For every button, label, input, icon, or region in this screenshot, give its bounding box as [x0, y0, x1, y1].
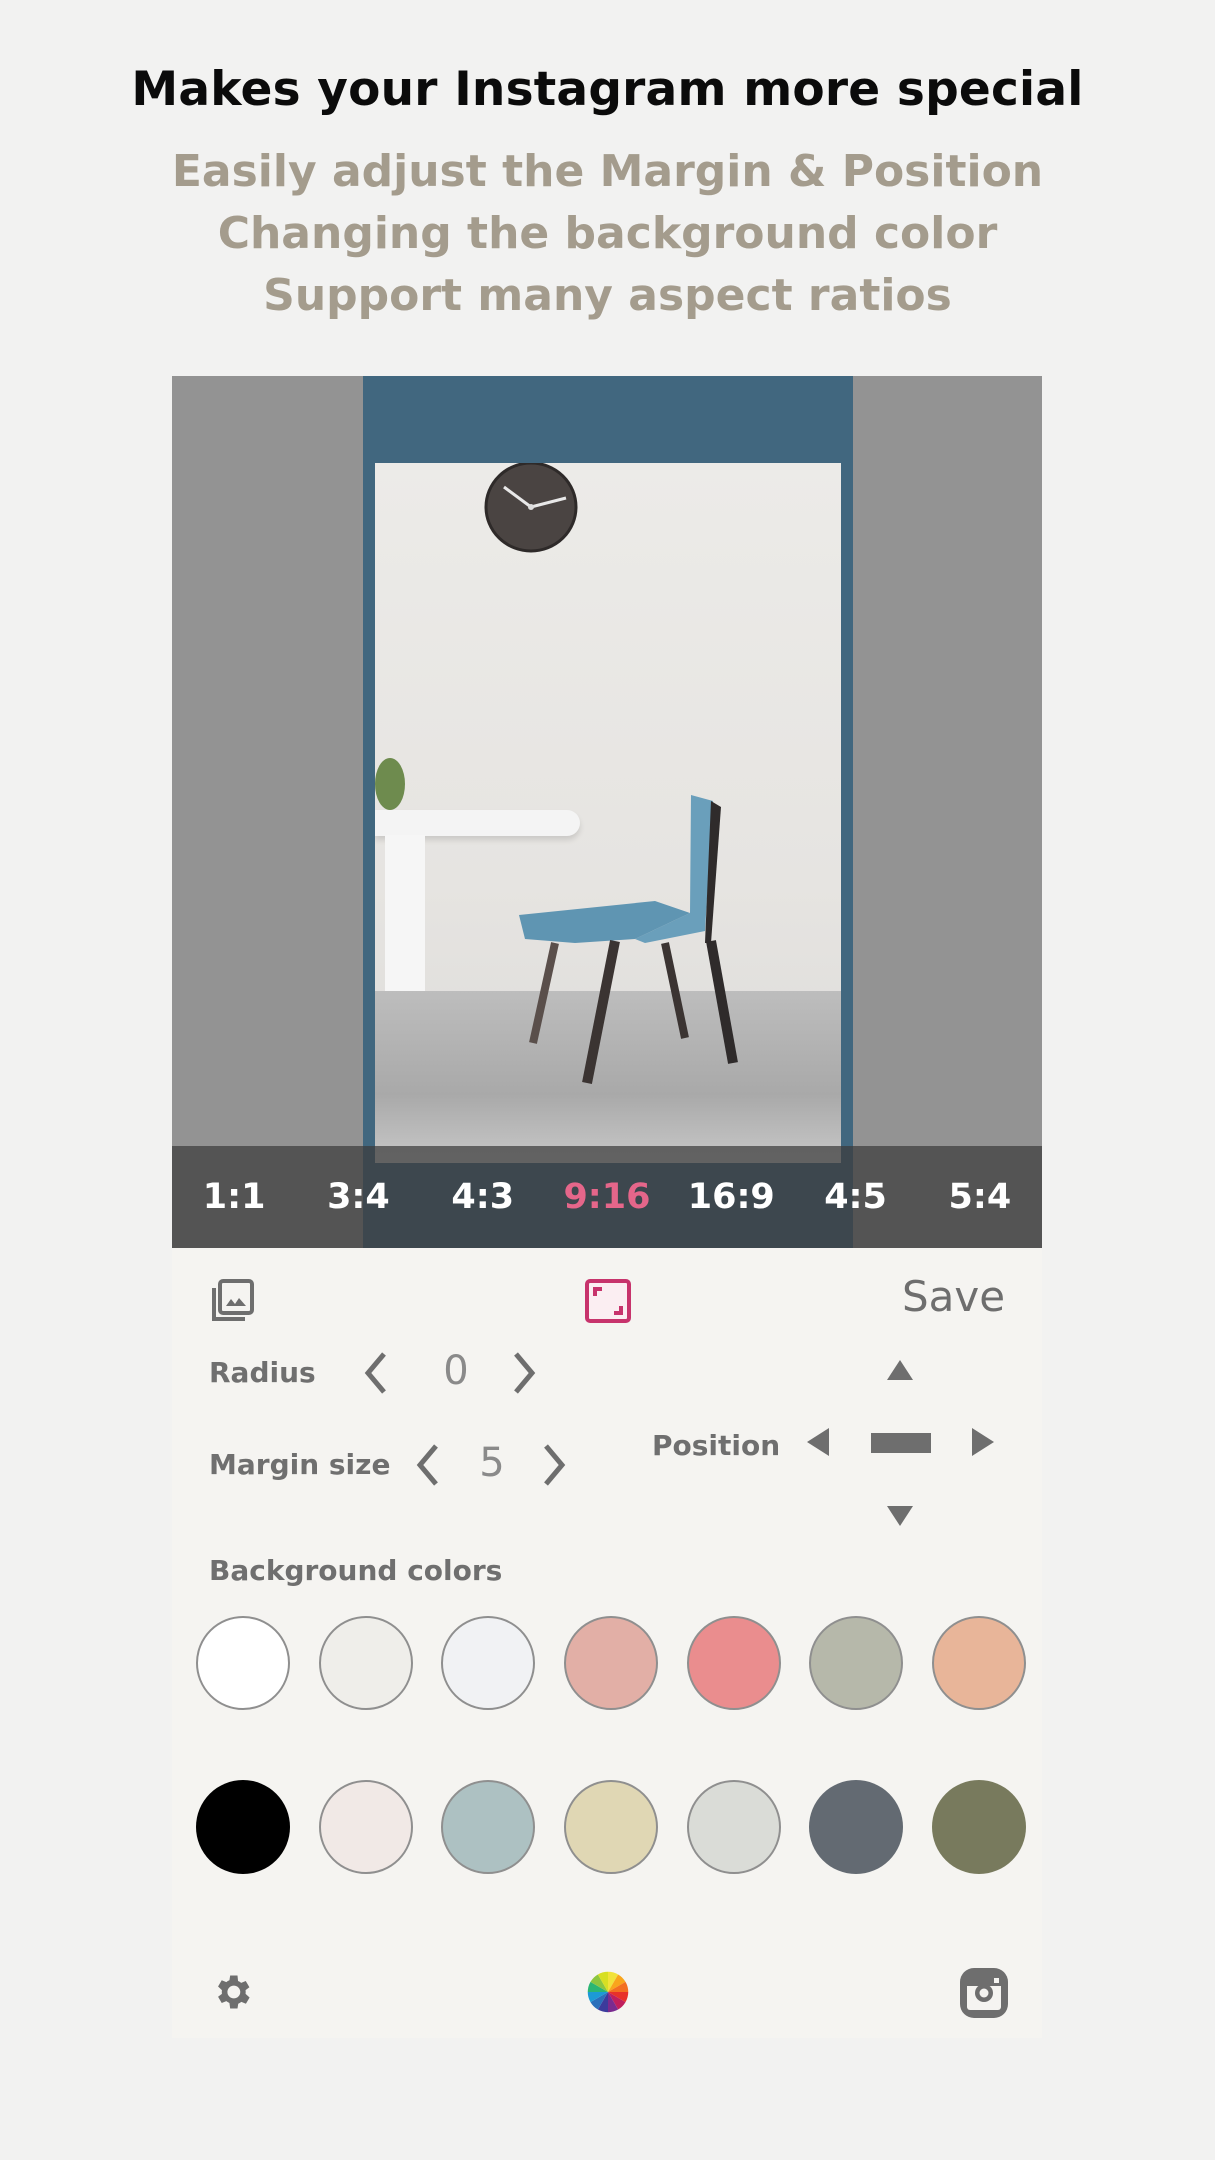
feature-line-3: Support many aspect ratios	[263, 270, 952, 321]
row2-swatch-3[interactable]	[441, 1780, 536, 1874]
position-label: Position	[652, 1429, 781, 1462]
gallery-icon[interactable]	[210, 1278, 256, 1324]
radius-value: 0	[443, 1348, 469, 1394]
wall-clock-illustration	[484, 463, 578, 553]
row2-swatch-6[interactable]	[809, 1780, 904, 1874]
radius-decrease-chevron-icon[interactable]	[356, 1348, 396, 1398]
background-colors-label: Background colors	[209, 1554, 503, 1587]
row1-swatch-4[interactable]	[563, 1616, 658, 1710]
row2-swatch-5[interactable]	[686, 1780, 781, 1874]
row1-swatch-1[interactable]	[196, 1616, 290, 1710]
save-button[interactable]: Save	[902, 1272, 1005, 1321]
ratio-9-16[interactable]: 9:16	[545, 1177, 669, 1217]
row2-swatch-7[interactable]	[931, 1780, 1026, 1874]
swatch-row-1	[196, 1616, 1026, 1710]
ratio-4-5[interactable]: 4:5	[793, 1177, 917, 1217]
ratio-3-4[interactable]: 3:4	[296, 1177, 420, 1217]
row2-swatch-2[interactable]	[318, 1780, 413, 1874]
position-down-arrow-icon[interactable]	[885, 1504, 915, 1528]
color-wheel-icon[interactable]	[585, 1967, 631, 2017]
position-left-arrow-icon[interactable]	[805, 1426, 831, 1458]
photo-preview[interactable]	[375, 463, 841, 1163]
chair-illustration	[519, 795, 738, 1084]
feature-line-2: Changing the background color	[217, 208, 998, 259]
preview-canvas[interactable]: 1:1 3:4 4:3 9:16 16:9 4:5 5:4	[172, 376, 1042, 1248]
row2-swatch-4[interactable]	[563, 1780, 658, 1874]
ratio-5-4[interactable]: 5:4	[918, 1177, 1042, 1217]
row1-swatch-2[interactable]	[318, 1616, 413, 1710]
row1-swatch-7[interactable]	[931, 1616, 1026, 1710]
row1-swatch-3[interactable]	[441, 1616, 536, 1710]
position-up-arrow-icon[interactable]	[885, 1358, 915, 1382]
control-panel: Save Radius 0 Margin size 5 Position Bac…	[172, 1248, 1042, 2038]
fit-frame-icon[interactable]	[584, 1278, 632, 1324]
instagram-icon[interactable]	[958, 1966, 1010, 2020]
margin-size-value: 5	[479, 1440, 505, 1486]
gear-icon[interactable]	[210, 1970, 254, 2014]
background-frame	[363, 376, 853, 1248]
ratio-16-9[interactable]: 16:9	[669, 1177, 793, 1217]
feature-line-1: Easily adjust the Margin & Position	[171, 146, 1044, 197]
ratio-4-3[interactable]: 4:3	[421, 1177, 545, 1217]
margin-size-label: Margin size	[209, 1448, 391, 1481]
ratio-1-1[interactable]: 1:1	[172, 1177, 296, 1217]
margin-increase-chevron-icon[interactable]	[534, 1440, 574, 1490]
row1-swatch-6[interactable]	[809, 1616, 904, 1710]
aspect-ratio-bar: 1:1 3:4 4:3 9:16 16:9 4:5 5:4	[172, 1146, 1042, 1248]
plant-illustration	[375, 758, 405, 810]
radius-increase-chevron-icon[interactable]	[504, 1348, 544, 1398]
row2-swatch-1[interactable]	[196, 1780, 290, 1874]
headline: Makes your Instagram more special	[131, 62, 1084, 117]
margin-decrease-chevron-icon[interactable]	[408, 1440, 448, 1490]
position-right-arrow-icon[interactable]	[970, 1426, 996, 1458]
row1-swatch-5[interactable]	[686, 1616, 781, 1710]
radius-label: Radius	[209, 1356, 316, 1389]
position-center-button[interactable]	[871, 1433, 931, 1453]
swatch-row-2	[196, 1780, 1026, 1874]
